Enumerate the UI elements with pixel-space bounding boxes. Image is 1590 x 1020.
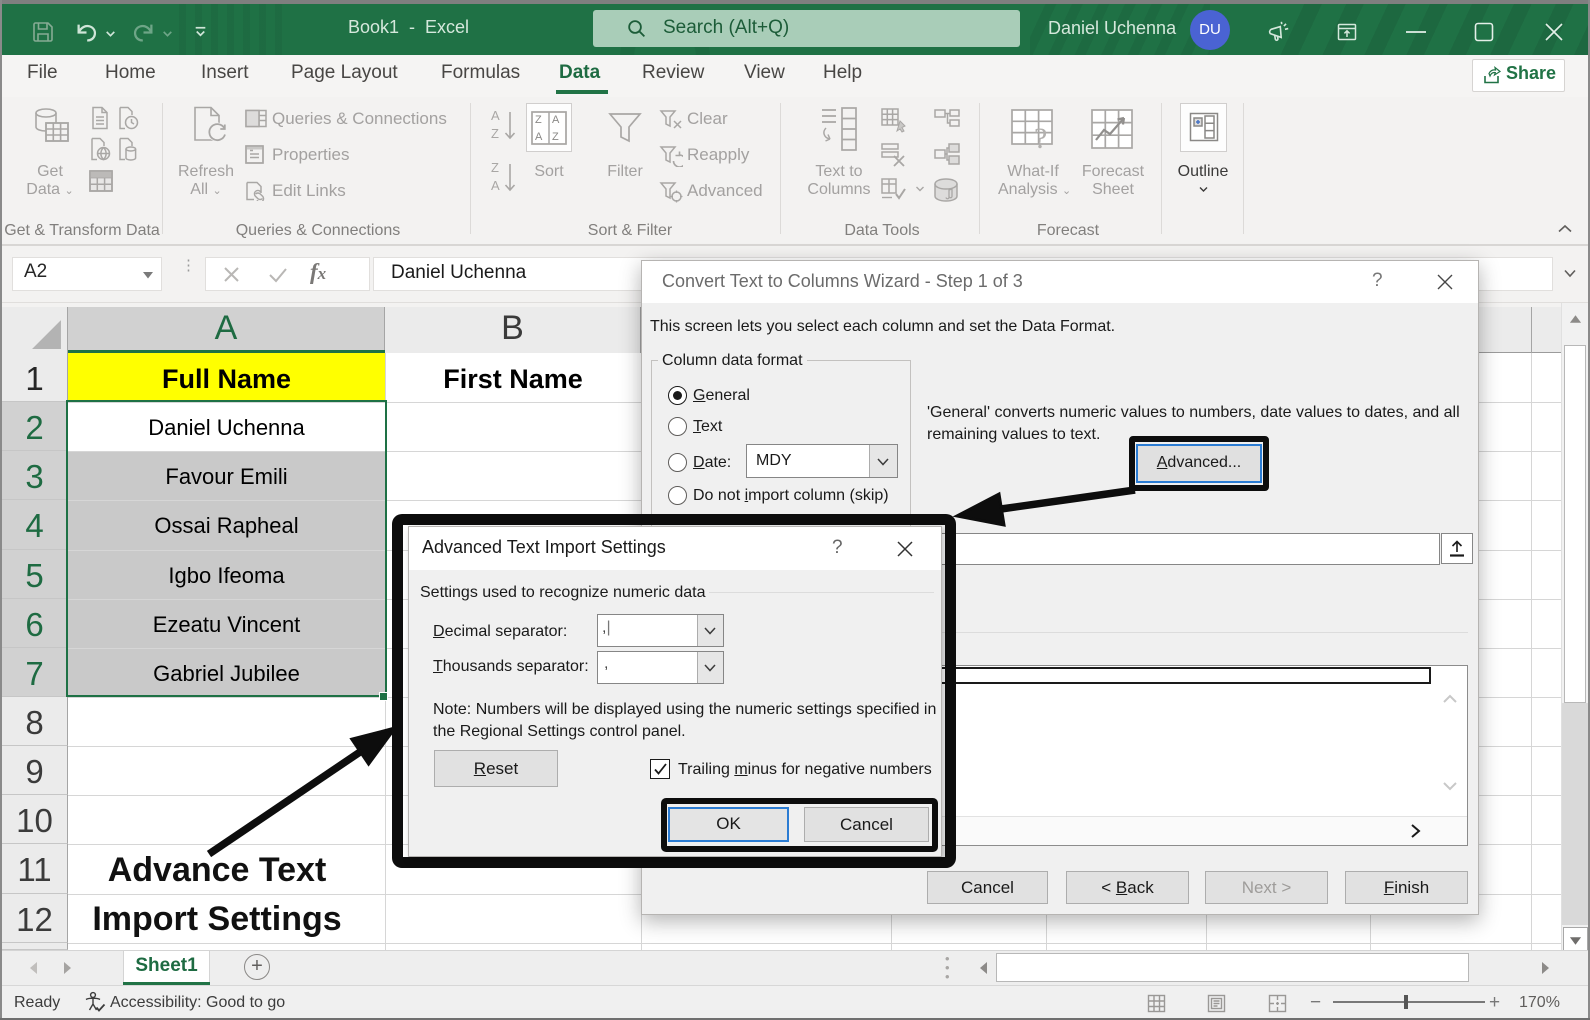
svg-text:Z: Z [491, 160, 499, 175]
svg-text:A: A [552, 114, 560, 126]
svg-text:?: ? [1034, 122, 1047, 152]
svg-text:Z: Z [552, 131, 559, 143]
svg-text:A: A [491, 178, 500, 193]
svg-text:A: A [535, 131, 543, 143]
svg-text:Z: Z [535, 114, 542, 126]
svg-text:A: A [491, 108, 500, 123]
svg-text:Z: Z [491, 126, 499, 141]
